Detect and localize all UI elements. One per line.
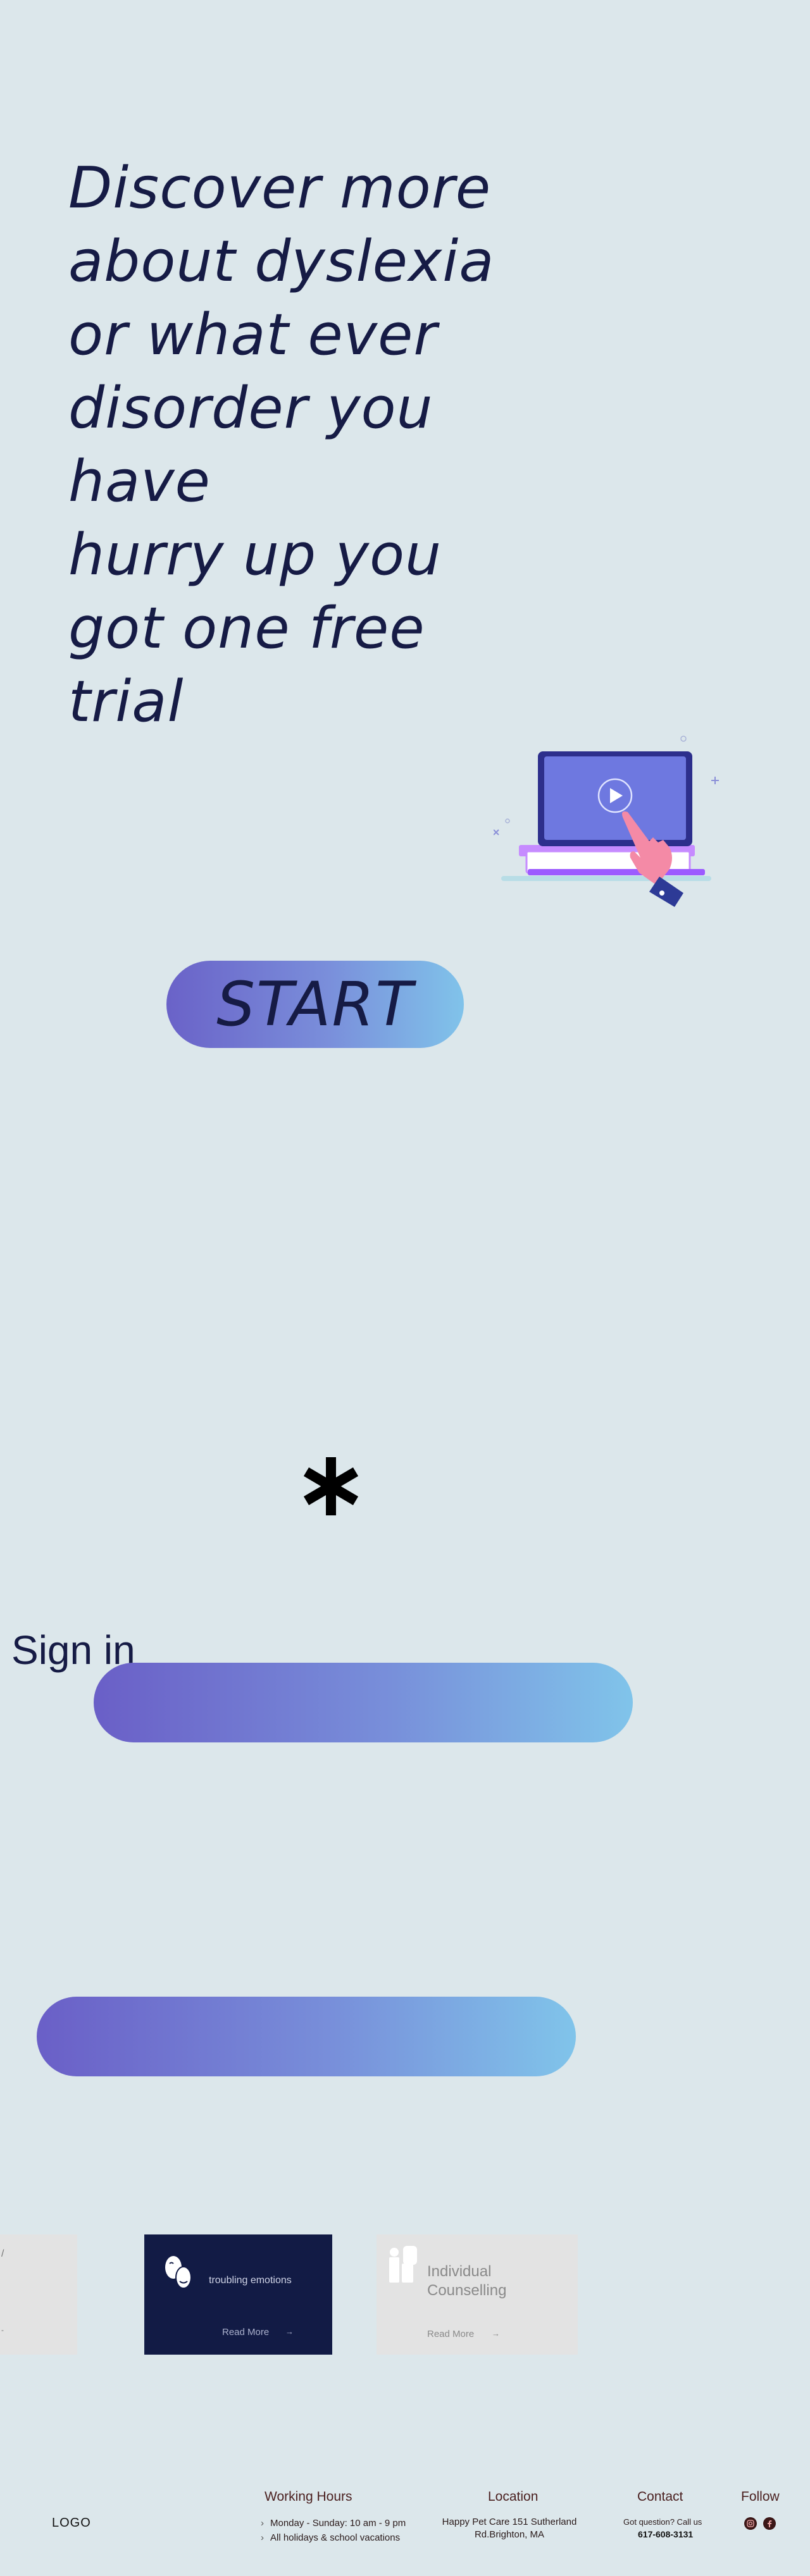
service-card-individual-counselling[interactable]: Individual Counselling Read More → [377,2234,578,2355]
contact-phone[interactable]: 617-608-3131 [638,2529,693,2539]
follow-heading: Follow [741,2489,780,2504]
card-fragment-top: / [1,2248,4,2259]
footer-logo[interactable]: LOGO [52,2516,91,2530]
instagram-icon[interactable] [744,2517,757,2530]
working-hours-heading: Working Hours [265,2489,352,2504]
contact-heading: Contact [637,2489,683,2504]
card-title: Individual Counselling [427,2263,507,2299]
arrow-right-icon: → [285,2327,294,2336]
card-title: troubling emotions [209,2275,292,2286]
asterisk-icon [303,1457,359,1515]
read-more-link[interactable]: Read More [222,2327,269,2338]
arrow-right-icon: → [492,2329,500,2338]
counselling-icon [389,2246,417,2283]
start-button-label: START [216,969,414,1040]
contact-question: Got question? Call us [623,2517,702,2527]
working-hours-item: Monday - Sunday: 10 am - 9 pm [261,2516,406,2530]
emotions-icon [165,2256,192,2289]
card-fragment-bottom: - [1,2326,4,2334]
working-hours-list: Monday - Sunday: 10 am - 9 pm All holida… [261,2516,406,2545]
gradient-button[interactable] [37,1997,576,2076]
sign-in-field[interactable] [94,1663,633,1742]
site-footer: LOGO Working Hours Monday - Sunday: 10 a… [0,2467,810,2576]
location-heading: Location [488,2489,539,2504]
service-card-partial[interactable]: / - [0,2234,77,2355]
read-more-link[interactable]: Read More [427,2329,474,2339]
location-address: Happy Pet Care 151 Sutherland Rd.Brighto… [442,2517,577,2540]
working-hours-item: All holidays & school vacations [261,2530,406,2545]
start-button[interactable]: START [166,961,464,1048]
facebook-icon[interactable] [763,2517,776,2530]
hero-heading: Discover more about dyslexia or what eve… [68,155,495,735]
video-lesson-illustration [494,736,719,907]
service-card-troubling-emotions[interactable]: troubling emotions Read More → [144,2234,332,2355]
